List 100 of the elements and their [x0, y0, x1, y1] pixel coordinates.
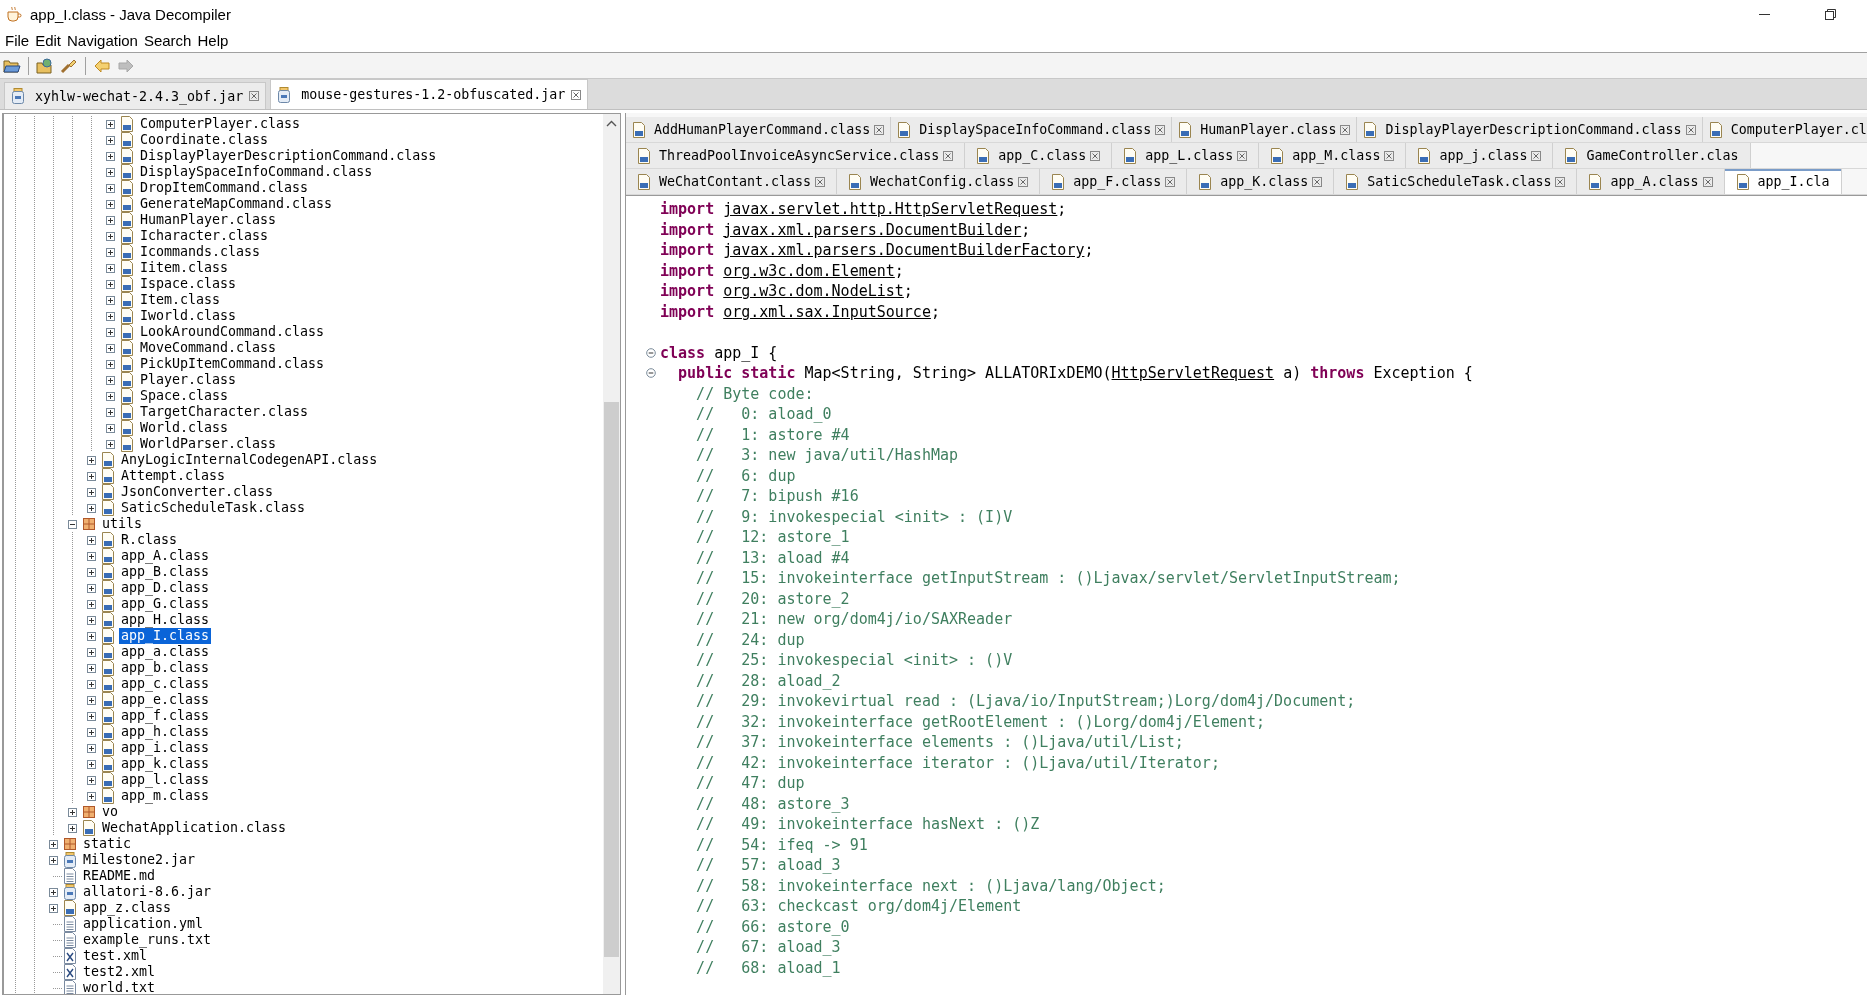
editor-tab[interactable]: WeChatContant.class	[626, 169, 838, 194]
tree-item[interactable]: app_m.class	[119, 788, 212, 804]
tree-item[interactable]: test2.xml	[81, 964, 158, 980]
editor-tab[interactable]: app_L.class	[1112, 143, 1260, 168]
type-link[interactable]: javax.xml.parsers.DocumentBuilder	[723, 220, 1022, 239]
tree-item[interactable]: JsonConverter.class	[119, 484, 276, 500]
code-comment: // 63: checkcast org/dom4j/Element	[695, 897, 1022, 915]
file-tab[interactable]: mouse-gestures-1.2-obfuscated.jar	[270, 79, 589, 109]
code-comment: // 42: invokeinterface iterator : ()Ljava/util/Iterator;	[695, 753, 1220, 772]
code-comment: // 24: dup	[695, 630, 805, 649]
tree-item[interactable]: WechatApplication.class	[100, 820, 289, 836]
tree-item[interactable]: WorldParser.class	[138, 436, 279, 452]
tree-item[interactable]: Icharacter.class	[138, 228, 271, 244]
type-link[interactable]: HttpServletRequest	[1111, 364, 1275, 382]
file-tab[interactable]: xyhlw-wechat-2.4.3_obf.jar	[4, 82, 267, 109]
menu-item[interactable]: Navigation	[64, 31, 141, 49]
tree-item[interactable]: Icommands.class	[138, 244, 263, 260]
editor-tab[interactable]: DisplayPlayerDescriptionCommand.class	[1357, 117, 1703, 142]
code-comment: // 20: astore_2	[695, 589, 850, 608]
editor-tab[interactable]: app_F.class	[1040, 169, 1188, 194]
tree-item[interactable]: AnyLogicInternalCodegenAPI.class	[119, 452, 380, 468]
tree-item[interactable]: app_i.class	[119, 740, 212, 756]
tree-item[interactable]: Space.class	[138, 388, 231, 404]
type-link[interactable]: org.xml.sax.InputSource	[723, 302, 931, 321]
tree-item[interactable]: example_runs.txt	[81, 932, 214, 948]
editor-tab[interactable]: app_M.class	[1259, 143, 1407, 168]
code-comment: // 58: invokeinterface next : ()Ljava/lang/Object;	[695, 876, 1166, 895]
code-keyword: import	[660, 200, 716, 218]
menu-item[interactable]: Search	[140, 31, 195, 49]
tree-item[interactable]: app_G.class	[119, 596, 212, 612]
tree-item[interactable]: app_B.class	[119, 564, 212, 580]
tree-item[interactable]: app_z.class	[81, 900, 174, 916]
type-link[interactable]: javax.servlet.http.HttpServletRequest	[723, 200, 1058, 218]
tree-item[interactable]: TargetCharacter.class	[138, 404, 311, 420]
tree-item[interactable]: SaticScheduleTask.class	[119, 500, 308, 516]
tree-item[interactable]: app_f.class	[119, 708, 212, 724]
tree-item[interactable]: utils	[100, 516, 145, 532]
tree-item[interactable]: app_k.class	[119, 756, 212, 772]
editor-tab[interactable]: SaticScheduleTask.class	[1334, 169, 1578, 194]
type-link[interactable]: org.w3c.dom.NodeList	[723, 282, 904, 300]
editor-tab[interactable]: WechatConfig.class	[837, 169, 1041, 194]
tree-item[interactable]: app_c.class	[119, 676, 212, 692]
tree-item[interactable]: Iworld.class	[138, 308, 239, 324]
editor-tab[interactable]: app_K.class	[1187, 169, 1335, 194]
tree-item[interactable]: app_e.class	[119, 692, 212, 708]
code-comment: // 67: aload_3	[695, 938, 841, 956]
tree-item[interactable]: static	[81, 836, 134, 852]
tree-item[interactable]: application.yml	[81, 916, 206, 932]
editor-tab[interactable]: HumanPlayer.class	[1172, 117, 1358, 142]
tree-item[interactable]: world.txt	[81, 980, 158, 994]
type-link[interactable]: javax.xml.parsers.DocumentBuilderFactory	[723, 241, 1085, 259]
tree-item[interactable]: ComputerPlayer.class	[138, 116, 303, 132]
tree-item[interactable]: DropItemCommand.class	[138, 180, 311, 196]
tree-item[interactable]: Coordinate.class	[138, 132, 271, 148]
editor-tab[interactable]: GameController.clas	[1553, 143, 1751, 168]
editor-tab[interactable]: ThreadPoolInvoiceAsyncService.class	[626, 143, 966, 168]
tree-item[interactable]: app_H.class	[119, 612, 212, 628]
tree-item[interactable]: app_I.class	[119, 628, 212, 644]
menu-item[interactable]: Edit	[32, 31, 65, 49]
tree-item[interactable]: Iitem.class	[138, 260, 231, 276]
tree-item[interactable]: test.xml	[81, 948, 150, 964]
code-keyword: import	[660, 282, 716, 300]
editor-tab[interactable]: DisplaySpaceInfoCommand.class	[891, 117, 1173, 142]
tree-item[interactable]: vo	[100, 804, 120, 820]
tree-item[interactable]: Player.class	[138, 372, 239, 388]
tree-item[interactable]: DisplayPlayerDescriptionCommand.class	[138, 148, 439, 164]
editor-tab[interactable]: AddHumanPlayerCommand.class	[626, 117, 892, 142]
tree-item[interactable]: DisplaySpaceInfoCommand.class	[138, 164, 375, 180]
tree-item[interactable]: LookAroundCommand.class	[138, 324, 327, 340]
tree-item[interactable]: app_D.class	[119, 580, 212, 596]
code-comment: // 21: new org/dom4j/io/SAXReader	[695, 610, 1013, 628]
editor-tab[interactable]: ComputerPlayer.cl	[1702, 117, 1867, 142]
tree-item[interactable]: World.class	[138, 420, 231, 436]
tree-item[interactable]: README.md	[81, 868, 158, 884]
tree-item[interactable]: MoveCommand.class	[138, 340, 279, 356]
code-comment: // 0: aload_0	[695, 405, 832, 423]
tree-item[interactable]: app_b.class	[119, 660, 212, 676]
editor-tab[interactable]: app_I.cla	[1724, 169, 1842, 194]
type-link[interactable]: org.w3c.dom.Element	[723, 261, 895, 280]
tree-item[interactable]: Ispace.class	[138, 276, 239, 292]
tree-item[interactable]: GenerateMapCommand.class	[138, 196, 335, 212]
tree-item[interactable]: Item.class	[138, 292, 223, 308]
editor-tab[interactable]: app_j.class	[1406, 143, 1554, 168]
tree-item[interactable]: Attempt.class	[119, 468, 228, 484]
tree-item[interactable]: HumanPlayer.class	[138, 212, 279, 228]
code-comment: // 48: astore_3	[695, 794, 850, 813]
tree-item[interactable]: PickUpItemCommand.class	[138, 356, 327, 372]
tree-item[interactable]: allatori-8.6.jar	[81, 884, 214, 900]
tree-item[interactable]: Milestone2.jar	[81, 852, 198, 868]
tree-item[interactable]: app_h.class	[119, 724, 212, 740]
menu-item[interactable]: Help	[194, 31, 232, 49]
editor-tab[interactable]: app_C.class	[965, 143, 1113, 168]
code-comment: // 28: aload_2	[695, 671, 841, 690]
code-comment: // 68: aload_1	[695, 958, 841, 977]
tree-item[interactable]: app_a.class	[119, 644, 212, 660]
tree-item[interactable]: app_l.class	[119, 772, 212, 788]
editor-tab[interactable]: app_A.class	[1577, 169, 1725, 194]
tree-item[interactable]: R.class	[119, 532, 180, 548]
tree-item[interactable]: app_A.class	[119, 548, 212, 564]
menu-item[interactable]: File	[2, 31, 33, 49]
